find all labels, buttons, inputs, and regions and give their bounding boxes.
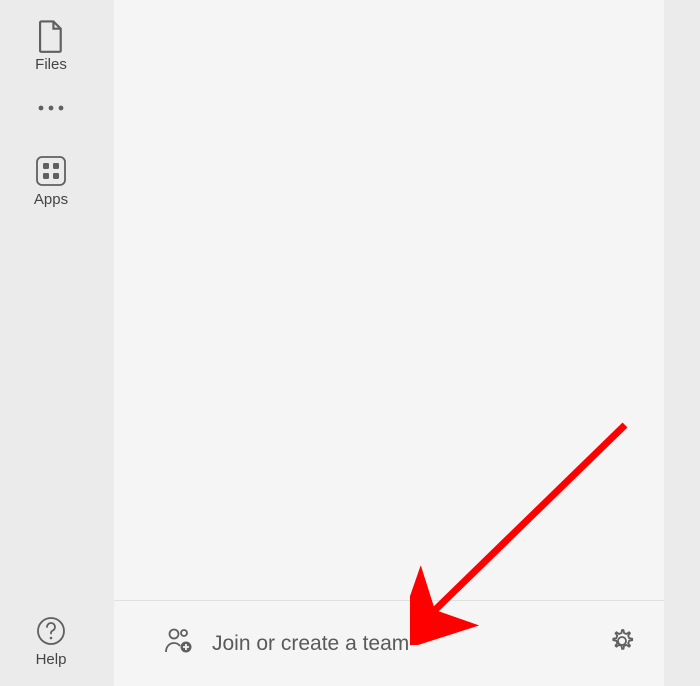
help-label: Help (36, 651, 67, 668)
files-label: Files (35, 56, 67, 73)
sidebar: Files Apps (0, 0, 102, 686)
content-main (114, 0, 664, 600)
join-create-team-button[interactable]: Join or create a team (164, 628, 602, 659)
people-add-icon (164, 628, 194, 659)
sidebar-item-apps[interactable]: Apps (0, 145, 102, 216)
bottom-bar: Join or create a team (114, 600, 664, 686)
sidebar-item-more[interactable] (0, 81, 102, 145)
join-team-label: Join or create a team (212, 632, 409, 656)
settings-button[interactable] (602, 621, 642, 666)
content-panel: Join or create a team (114, 0, 664, 686)
sidebar-item-files[interactable]: Files (0, 10, 102, 81)
file-icon (33, 18, 69, 54)
apps-label: Apps (34, 191, 68, 208)
sidebar-item-help[interactable]: Help (0, 605, 102, 686)
apps-icon (33, 153, 69, 189)
gear-icon (608, 627, 636, 660)
content-wrapper: Join or create a team (102, 0, 700, 686)
app-layout: Files Apps (0, 0, 700, 686)
more-icon (36, 99, 66, 117)
help-icon (33, 613, 69, 649)
